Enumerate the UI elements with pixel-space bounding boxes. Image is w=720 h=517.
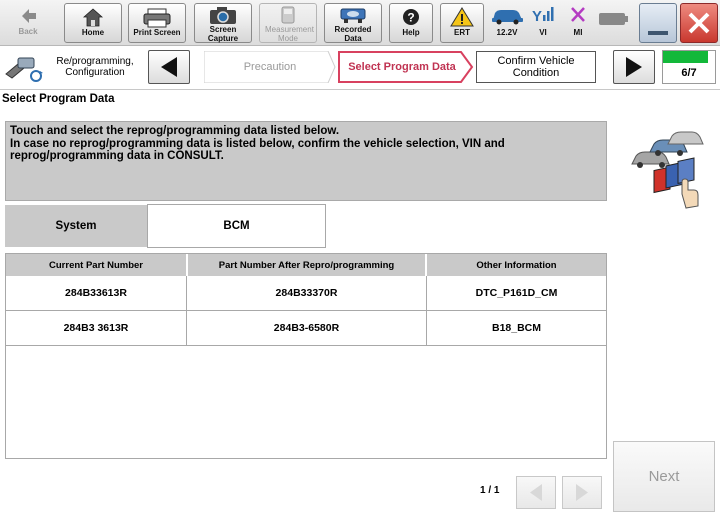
home-icon <box>82 8 104 27</box>
warning-icon <box>450 7 474 27</box>
minimize-button[interactable] <box>639 3 677 43</box>
breadcrumb-step-select-program-data: Select Program Data <box>338 51 474 83</box>
help-button[interactable]: ? Help <box>389 3 433 43</box>
step-progress-indicator: 6/7 <box>662 50 716 84</box>
new-part-number-cell: 284B3-6580R <box>187 311 427 345</box>
other-information-cell: DTC_P161D_CM <box>475 287 558 299</box>
page-title: Select Program Data <box>2 93 115 105</box>
help-icon: ? <box>403 9 419 25</box>
ert-button[interactable]: ERT <box>440 3 484 43</box>
column-header: Part Number After Repro/programming <box>188 254 426 276</box>
battery-icon <box>598 12 630 26</box>
print-screen-button[interactable]: Print Screen <box>128 3 186 43</box>
page-indicator: 1 / 1 <box>480 485 500 496</box>
close-icon <box>688 12 710 34</box>
current-part-number-cell: 284B3 3613R <box>6 311 187 345</box>
progress-bar-fill <box>663 51 708 63</box>
table-row[interactable]: 284B3 3613R 284B3-6580R B18_BCM <box>6 311 606 346</box>
arrow-right-icon <box>576 484 588 501</box>
toolbar: Back Home Print Screen Screen Capture Me… <box>0 0 720 46</box>
svg-text:Y: Y <box>532 8 542 25</box>
new-part-number-cell: 284B33370R <box>187 276 427 310</box>
other-information-cell: B18_BCM <box>491 322 541 334</box>
vehicle-data-selection-icon <box>628 128 708 216</box>
vi-status: Y VI <box>528 4 558 37</box>
breadcrumb-step-precaution: Precaution <box>204 51 336 83</box>
arrow-right-icon <box>626 57 642 77</box>
system-value: BCM <box>147 204 326 248</box>
car-icon <box>492 10 523 25</box>
mi-disconnected-icon <box>571 7 585 22</box>
recorded-data-icon <box>340 8 366 23</box>
table-row[interactable]: 284B33613R 284B33370R DTC_P161D_CM <box>6 276 606 311</box>
svg-text:?: ? <box>407 11 414 25</box>
reprogramming-icon <box>2 52 46 84</box>
home-button[interactable]: Home <box>64 3 122 43</box>
measurement-mode-button[interactable]: Measurement Mode <box>259 3 317 43</box>
mi-status: MI <box>563 4 593 37</box>
instruction-line: In case no reprog/programming data is li… <box>10 137 505 150</box>
minimize-icon <box>648 31 668 35</box>
instruction-line: Touch and select the reprog/programming … <box>10 125 340 137</box>
printer-icon <box>143 8 171 28</box>
section-label: Re/programming, Configuration <box>56 56 134 78</box>
next-button[interactable]: Next <box>613 441 715 512</box>
column-header: Current Part Number <box>6 254 187 276</box>
arrow-left-icon <box>530 484 542 501</box>
back-arrow-icon <box>22 9 36 23</box>
meter-icon <box>281 6 295 24</box>
battery-voltage-status: 12.2V <box>489 4 525 37</box>
next-step-button[interactable] <box>613 50 655 84</box>
system-label: System <box>5 205 147 247</box>
navigation-bar: Re/programming, Configuration Precaution… <box>0 46 720 90</box>
page-up-button[interactable] <box>516 476 556 509</box>
recorded-data-button[interactable]: Recorded Data <box>324 3 382 43</box>
program-data-table: Current Part Number Part Number After Re… <box>5 253 607 459</box>
signal-icon: Y <box>532 7 554 25</box>
page-down-button[interactable] <box>562 476 602 509</box>
screen-capture-button[interactable]: Screen Capture <box>194 3 252 43</box>
arrow-left-icon <box>161 57 177 77</box>
back-button[interactable]: Back <box>3 3 53 43</box>
camera-icon <box>210 7 236 24</box>
column-header: Other Information <box>427 254 606 276</box>
breadcrumb-step-confirm-vehicle-condition: Confirm Vehicle Condition <box>476 51 596 83</box>
close-button[interactable] <box>680 3 718 43</box>
current-part-number-cell: 284B33613R <box>6 276 187 310</box>
instructions-box: Touch and select the reprog/programming … <box>5 121 607 201</box>
previous-step-button[interactable] <box>148 50 190 84</box>
instruction-line: reprog/programming data in CONSULT. <box>10 150 224 162</box>
